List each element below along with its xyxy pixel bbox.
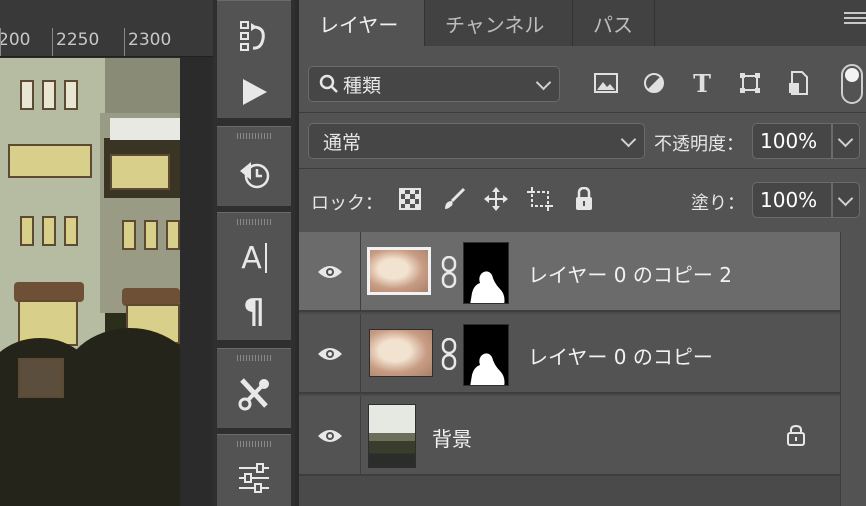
lock-transparent-pixels-icon[interactable] bbox=[397, 186, 423, 212]
lock-label: ロック： bbox=[311, 193, 383, 214]
blend-mode-select[interactable]: 通常 bbox=[308, 123, 645, 159]
drag-grip bbox=[237, 355, 271, 361]
ruler-line bbox=[52, 28, 53, 56]
panel-tab-bar: レイヤー チャンネル パス bbox=[299, 0, 866, 46]
filter-kind-label: 種類 bbox=[343, 74, 382, 97]
tab-channels[interactable]: チャンネル bbox=[425, 0, 573, 46]
fill-label: 塗り： bbox=[691, 193, 745, 214]
filter-kind-select[interactable]: 種類 bbox=[308, 66, 560, 102]
filter-toggle[interactable] bbox=[841, 64, 863, 104]
rotate-view-icon[interactable] bbox=[217, 149, 291, 199]
paragraph-icon[interactable]: ¶ bbox=[217, 287, 291, 337]
chevron-down-icon bbox=[620, 131, 637, 148]
layers-list: レイヤー 0 のコピー 2 レイヤー 0 のコピー 背景 bbox=[299, 232, 866, 506]
lock-row: ロック： 塗り： 100% bbox=[299, 178, 866, 222]
separator bbox=[299, 112, 866, 113]
ruler-label: 200 bbox=[0, 30, 31, 50]
drag-grip bbox=[237, 441, 271, 447]
eye-icon bbox=[317, 430, 342, 442]
visibility-toggle[interactable] bbox=[299, 232, 361, 312]
smart-object-filter-icon[interactable] bbox=[785, 70, 811, 96]
layer-thumbnail[interactable] bbox=[368, 404, 416, 468]
opacity-dropdown[interactable] bbox=[832, 123, 860, 159]
link-icon[interactable] bbox=[440, 338, 458, 370]
layers-panel: レイヤー チャンネル パス 種類 T 通常 不透明度： 100% ロック： 塗り… bbox=[295, 0, 866, 506]
document-canvas[interactable]: 200 2250 2300 bbox=[0, 0, 213, 506]
tool-group bbox=[217, 126, 291, 206]
layer-row[interactable]: 背景 bbox=[299, 396, 840, 476]
layer-thumbnail[interactable] bbox=[369, 329, 433, 377]
ruler-label: 2250 bbox=[56, 30, 100, 50]
search-icon bbox=[319, 74, 338, 93]
layer-mask-thumbnail[interactable] bbox=[463, 242, 509, 304]
link-icon[interactable] bbox=[440, 256, 458, 288]
layer-row[interactable]: レイヤー 0 のコピー 2 bbox=[299, 232, 840, 312]
horizontal-ruler: 200 2250 2300 bbox=[0, 0, 213, 57]
drag-grip bbox=[237, 219, 271, 225]
layer-name[interactable]: レイヤー 0 のコピー 2 bbox=[528, 259, 732, 288]
ruler-line bbox=[0, 28, 1, 56]
chevron-down-icon bbox=[535, 74, 552, 91]
separator bbox=[299, 168, 866, 169]
blend-row: 通常 不透明度： 100% bbox=[299, 121, 866, 161]
visibility-toggle[interactable] bbox=[299, 396, 361, 476]
ruler-label: 2300 bbox=[128, 30, 172, 50]
adjustments-icon[interactable] bbox=[217, 453, 291, 503]
drag-grip bbox=[237, 133, 271, 139]
play-icon[interactable] bbox=[217, 67, 291, 117]
lock-all-icon[interactable] bbox=[571, 186, 597, 212]
opacity-input[interactable]: 100% bbox=[752, 123, 832, 159]
lock-position-icon[interactable] bbox=[483, 186, 509, 212]
layer-name[interactable]: レイヤー 0 のコピー bbox=[528, 341, 713, 370]
eye-icon bbox=[317, 348, 342, 360]
lock-image-pixels-icon[interactable] bbox=[441, 186, 467, 212]
opacity-label: 不透明度： bbox=[654, 134, 744, 155]
chevron-down-icon bbox=[837, 131, 854, 148]
tool-group: A ¶ bbox=[217, 212, 291, 340]
filter-row: 種類 T bbox=[299, 60, 866, 108]
layers-scrollbar[interactable] bbox=[840, 232, 866, 506]
ruler-line bbox=[124, 28, 125, 56]
image-filter-icon[interactable] bbox=[593, 70, 619, 96]
fill-dropdown[interactable] bbox=[832, 182, 860, 218]
eye-icon bbox=[317, 266, 342, 278]
tools-icon[interactable] bbox=[217, 369, 291, 419]
layer-name[interactable]: 背景 bbox=[432, 423, 472, 452]
layer-mask-thumbnail[interactable] bbox=[463, 324, 509, 386]
layer-row[interactable]: レイヤー 0 のコピー bbox=[299, 314, 840, 394]
tab-layers[interactable]: レイヤー bbox=[299, 0, 425, 46]
fill-input[interactable]: 100% bbox=[752, 182, 832, 218]
tool-panel-column: A ¶ bbox=[213, 0, 295, 506]
panel-menu-icon[interactable] bbox=[844, 12, 866, 26]
tool-group bbox=[217, 434, 291, 506]
layer-thumbnail[interactable] bbox=[367, 247, 431, 295]
canvas-gutter bbox=[180, 58, 213, 506]
type-filter-icon[interactable]: T bbox=[689, 69, 715, 98]
photoshop-window: 200 2250 2300 A ¶ レイヤー チャンネル パス 種類 T 通常 … bbox=[0, 0, 866, 506]
chevron-down-icon bbox=[837, 190, 854, 207]
canvas-photo bbox=[0, 58, 180, 506]
lock-artboard-icon[interactable] bbox=[527, 186, 553, 212]
history-brush-icon[interactable] bbox=[217, 11, 291, 61]
visibility-toggle[interactable] bbox=[299, 314, 361, 394]
tab-paths[interactable]: パス bbox=[573, 0, 655, 46]
tool-group bbox=[217, 0, 291, 118]
shape-filter-icon[interactable] bbox=[737, 70, 763, 96]
tool-group bbox=[217, 348, 291, 428]
adjustment-filter-icon[interactable] bbox=[641, 70, 667, 96]
layer-lock-icon[interactable] bbox=[786, 424, 806, 446]
blend-mode-value: 通常 bbox=[323, 131, 362, 154]
character-icon[interactable]: A bbox=[217, 233, 291, 283]
